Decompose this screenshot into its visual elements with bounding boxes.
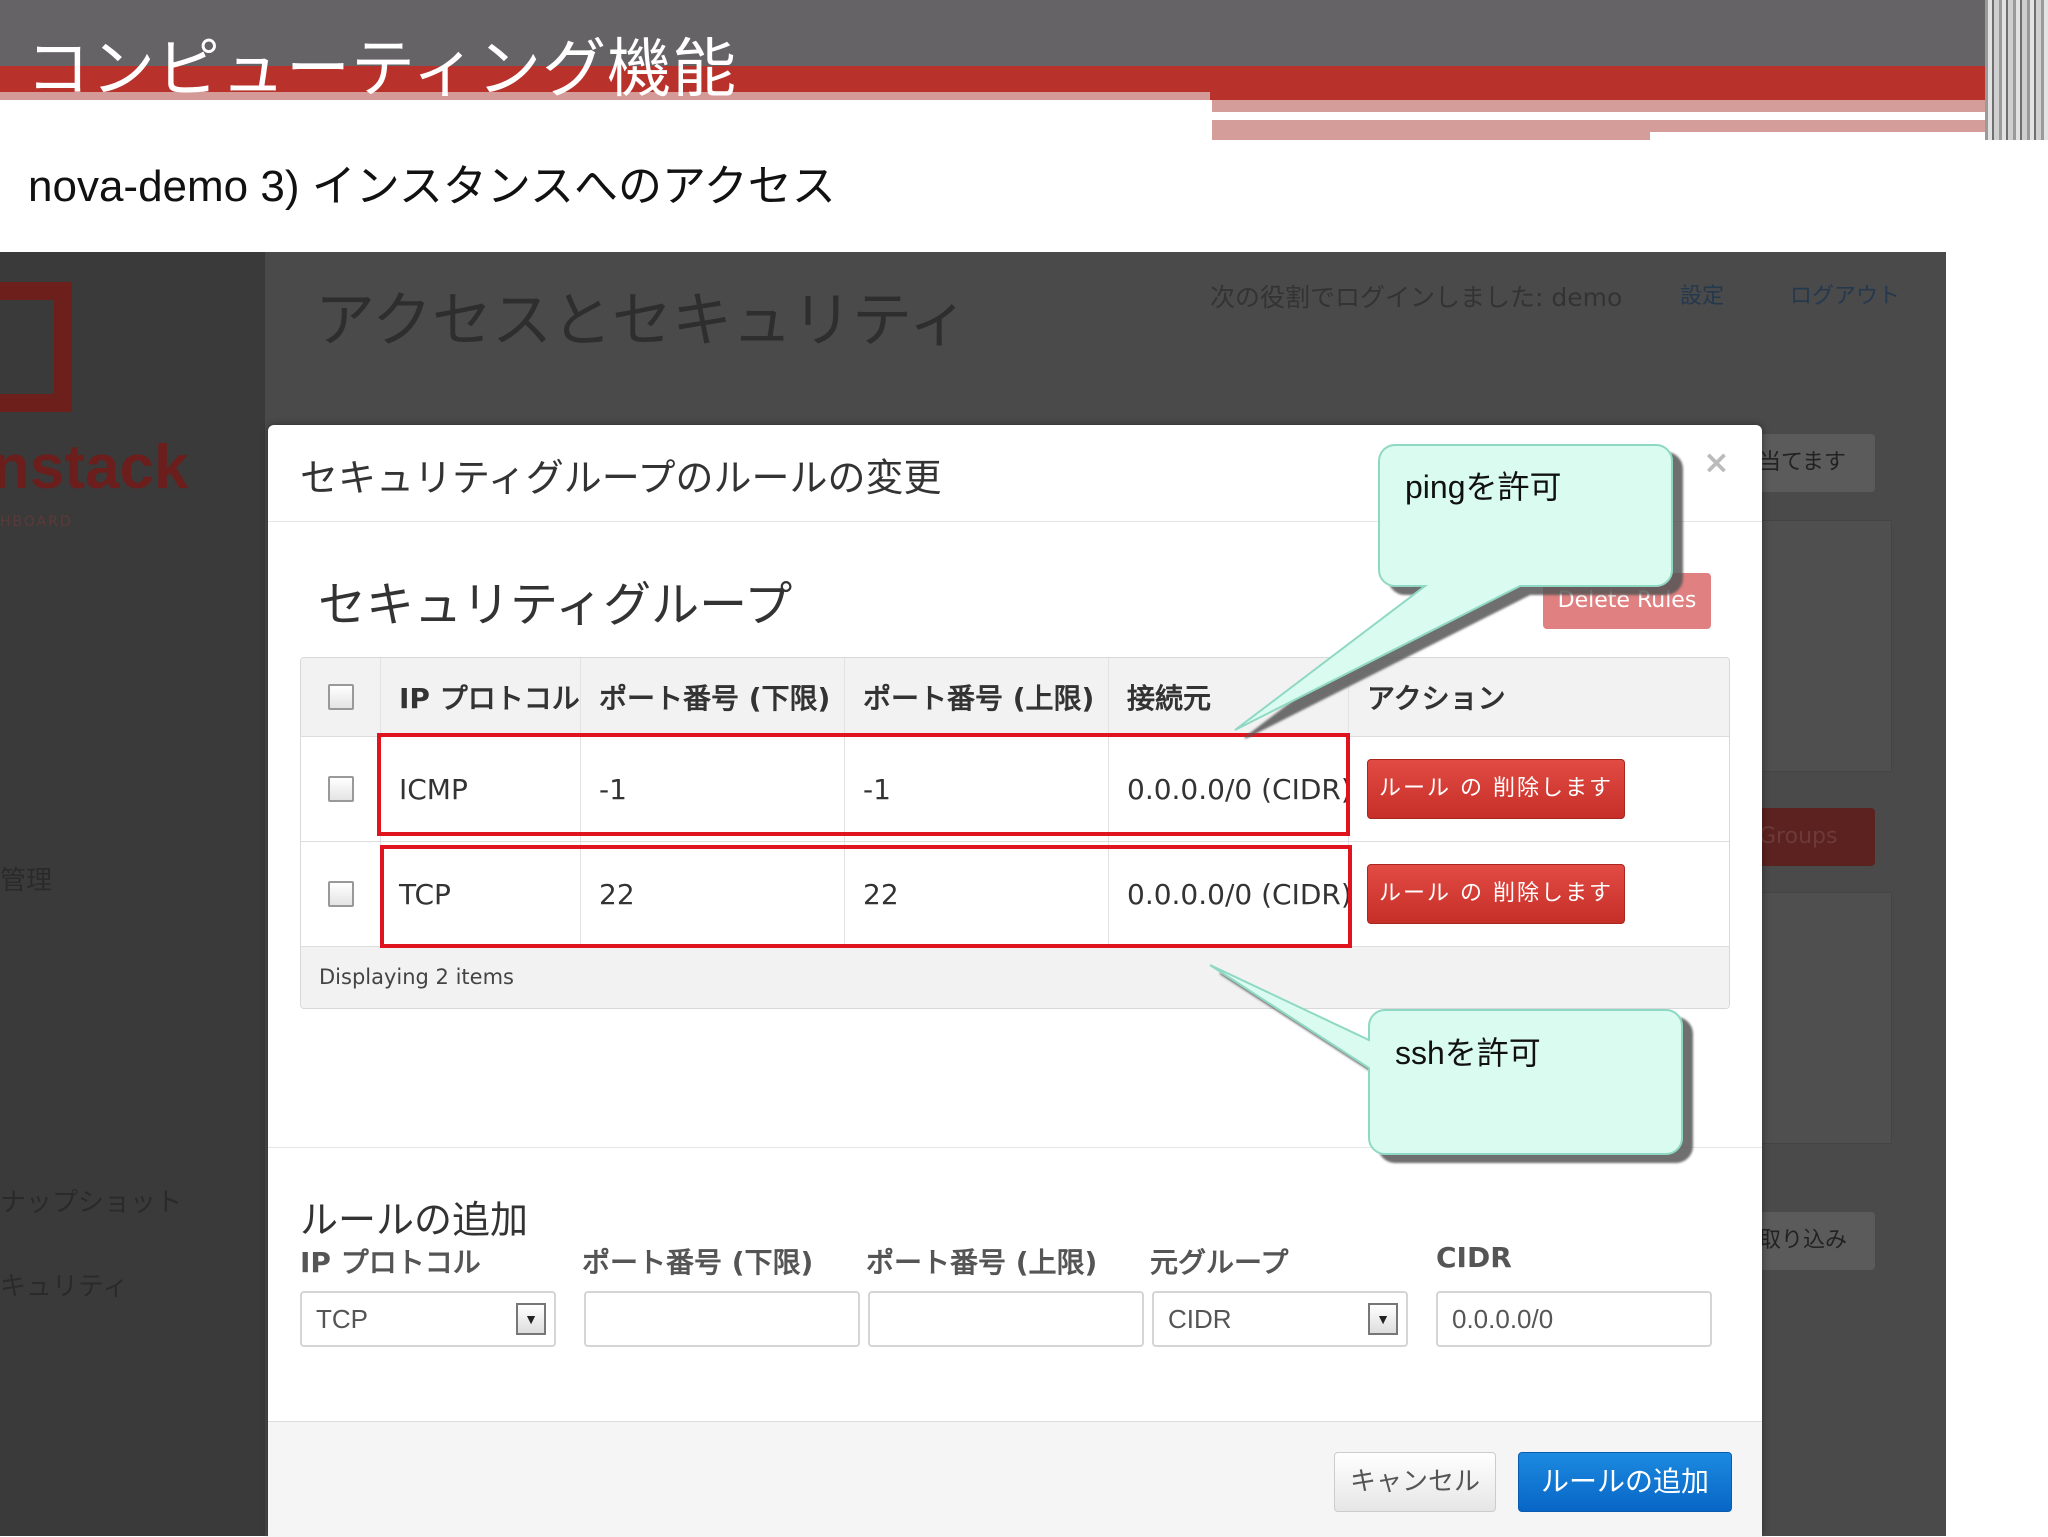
protocol-label: IP プロトコル bbox=[300, 1246, 481, 1279]
sidebar-item-security[interactable]: キュリティ bbox=[0, 1266, 128, 1303]
delete-rules-button[interactable]: Delete Rules bbox=[1543, 573, 1711, 629]
add-rule-heading: ルールの追加 bbox=[300, 1198, 529, 1242]
openstack-logo-icon bbox=[0, 282, 72, 412]
table-header: IP プロトコル ポート番号 (下限) ポート番号 (上限) 接続元 アクション bbox=[301, 658, 1729, 737]
login-status: 次の役割でログインしました: demo bbox=[1210, 283, 1623, 312]
row-checkbox[interactable] bbox=[327, 776, 354, 802]
tcp-rule-highlight bbox=[380, 845, 1352, 948]
edit-rules-modal: セキュリティグループのルールの変更 × セキュリティグループ Delete Ru… bbox=[268, 425, 1762, 1537]
sidebar-item-admin[interactable]: 管理 bbox=[0, 860, 52, 897]
delete-rule-button[interactable]: ルール の 削除します bbox=[1367, 759, 1625, 819]
select-all-cell bbox=[301, 658, 381, 736]
background-delete-groups-button[interactable]: Groups bbox=[1745, 808, 1875, 866]
source-group-select-value: CIDR bbox=[1168, 1304, 1232, 1334]
slide-header-stripe-gap bbox=[1212, 114, 1897, 118]
source-group-select[interactable]: CIDR ▼ bbox=[1152, 1291, 1408, 1347]
cancel-button[interactable]: キャンセル bbox=[1334, 1452, 1496, 1512]
protocol-select-value: TCP bbox=[316, 1304, 368, 1334]
background-table-panel bbox=[1740, 520, 1892, 772]
slide-title: コンピューティング機能 bbox=[26, 33, 738, 107]
slide-subtitle: nova-demo 3) インスタンスへのアクセス bbox=[28, 162, 836, 211]
cell-action: ルール の 削除します bbox=[1349, 842, 1729, 946]
chevron-down-icon[interactable]: ▼ bbox=[1368, 1303, 1398, 1335]
cidr-input[interactable]: 0.0.0.0/0 bbox=[1436, 1291, 1712, 1347]
openstack-logo-text: nstack bbox=[0, 433, 189, 502]
row-checkbox[interactable] bbox=[327, 881, 354, 907]
security-group-heading: セキュリティグループ bbox=[318, 577, 793, 633]
add-rule-button[interactable]: ルールの追加 bbox=[1518, 1452, 1732, 1512]
modal-title: セキュリティグループのルールの変更 bbox=[300, 456, 942, 500]
page-title: アクセスとセキュリティ bbox=[315, 286, 969, 356]
table-footer: Displaying 2 items bbox=[301, 947, 1729, 1008]
protocol-select[interactable]: TCP ▼ bbox=[300, 1291, 556, 1347]
sidebar-item-snapshots[interactable]: ナップショット bbox=[0, 1182, 182, 1219]
from-port-input[interactable] bbox=[584, 1291, 860, 1347]
column-header-protocol[interactable]: IP プロトコル bbox=[381, 658, 581, 736]
item-count: Displaying 2 items bbox=[319, 965, 514, 989]
column-header-from-port[interactable]: ポート番号 (下限) bbox=[581, 658, 845, 736]
slide-header-decoration bbox=[1985, 0, 2048, 140]
dashboard-logo-subtitle: HBOARD bbox=[0, 514, 73, 530]
column-header-source[interactable]: 接続元 bbox=[1109, 658, 1349, 736]
settings-link[interactable]: 設定 bbox=[1680, 278, 1724, 310]
from-port-label: ポート番号 (下限) bbox=[582, 1246, 814, 1279]
to-port-input[interactable] bbox=[868, 1291, 1144, 1347]
modal-footer: キャンセル ルールの追加 bbox=[268, 1421, 1762, 1537]
cidr-label: CIDR bbox=[1436, 1241, 1512, 1274]
icmp-rule-highlight bbox=[377, 733, 1350, 836]
background-allocate-button[interactable]: 当てます bbox=[1745, 434, 1875, 492]
slide-header-stripe bbox=[1212, 100, 2048, 112]
source-group-label: 元グループ bbox=[1150, 1246, 1289, 1279]
select-all-checkbox[interactable] bbox=[327, 684, 354, 710]
row-select-cell bbox=[301, 737, 381, 841]
row-select-cell bbox=[301, 842, 381, 946]
delete-rule-button[interactable]: ルール の 削除します bbox=[1367, 864, 1625, 924]
to-port-label: ポート番号 (上限) bbox=[866, 1246, 1098, 1279]
chevron-down-icon[interactable]: ▼ bbox=[516, 1303, 546, 1335]
column-header-to-port[interactable]: ポート番号 (上限) bbox=[845, 658, 1109, 736]
logout-link[interactable]: ログアウト bbox=[1790, 278, 1900, 310]
close-icon[interactable]: × bbox=[1703, 443, 1730, 481]
background-table-panel bbox=[1740, 892, 1892, 1144]
ping-callout-text: pingを許可 bbox=[1405, 469, 1562, 505]
section-divider bbox=[268, 1147, 1762, 1148]
background-import-button[interactable]: 取り込み bbox=[1745, 1212, 1875, 1270]
cell-action: ルール の 削除します bbox=[1349, 737, 1729, 841]
column-header-actions: アクション bbox=[1367, 682, 1506, 715]
ssh-callout-text: sshを許可 bbox=[1395, 1035, 1541, 1071]
